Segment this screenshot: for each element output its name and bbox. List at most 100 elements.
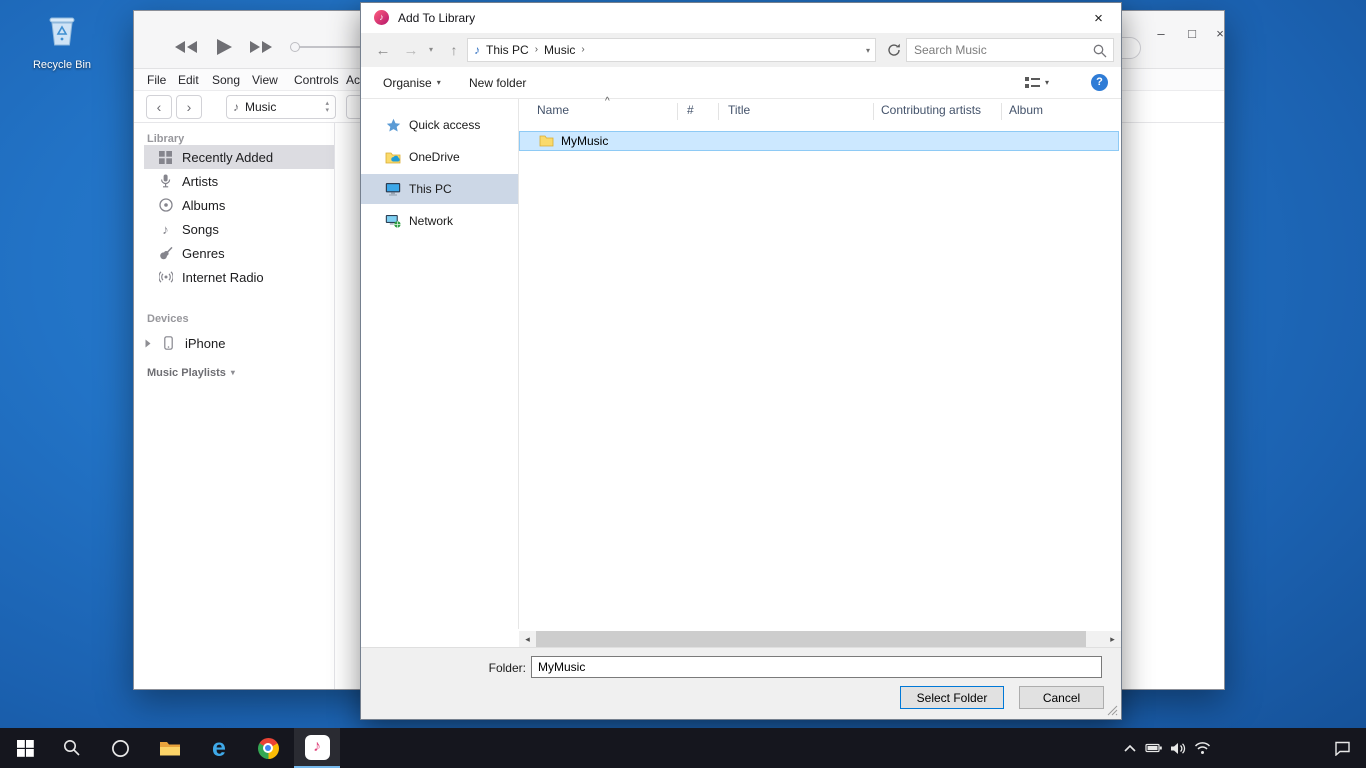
iphone-icon [161,336,176,350]
itunes-minimize-button[interactable]: – [1151,27,1171,40]
edge-browser-button[interactable]: e [196,728,242,768]
breadcrumb-separator-icon: › [581,45,584,55]
up-arrow-icon: ↑ [451,43,458,57]
battery-status[interactable] [1142,728,1166,768]
breadcrumb-music[interactable]: Music [544,43,575,57]
devices-heading: Devices [147,313,189,325]
back-button[interactable]: ← [371,33,395,67]
recent-locations-dropdown[interactable]: ▾ [424,33,438,67]
list-view-icon [1025,76,1040,89]
wifi-icon [1194,741,1211,755]
navpane-item-network[interactable]: Network [361,206,518,236]
sidebar-item-recently-added[interactable]: Recently Added [144,145,334,169]
scroll-left-button[interactable]: ◂ [519,631,536,648]
menu-controls[interactable]: Controls [294,73,339,87]
fast-forward-button[interactable] [249,40,273,54]
cortana-button[interactable] [97,728,143,768]
address-dropdown-icon[interactable]: ▾ [866,47,870,55]
dialog-body: Quick access OneDrive [361,99,1121,629]
search-icon[interactable] [1093,44,1107,58]
column-divider [677,103,678,120]
column-header-name[interactable]: Name [537,103,569,117]
sidebar-item-albums[interactable]: Albums [144,193,334,217]
menu-edit[interactable]: Edit [178,73,199,87]
rewind-button[interactable] [174,40,198,54]
taskbar-search-button[interactable] [49,728,95,768]
navpane-item-this-pc[interactable]: This PC [361,174,518,204]
music-playlists-heading[interactable]: Music Playlists ▾ [147,367,235,379]
scroll-left-icon: ◂ [525,635,530,644]
new-folder-button[interactable]: New folder [469,67,526,98]
refresh-button[interactable] [882,33,906,67]
new-folder-label: New folder [469,76,526,90]
select-folder-label: Select Folder [917,691,988,705]
forward-button[interactable]: → [399,33,423,67]
speaker-icon [1170,741,1187,756]
organise-label: Organise [383,76,432,90]
select-folder-button[interactable]: Select Folder [900,686,1004,709]
sidebar-item-iphone[interactable]: iPhone [144,331,334,355]
media-type-selector[interactable]: ♪ Music ▴ ▾ [226,95,336,119]
action-center-icon [1334,740,1351,756]
chevron-down-icon: ▾ [429,46,433,54]
menu-song[interactable]: Song [212,73,240,87]
resize-grip[interactable] [1107,705,1118,716]
sidebar-item-genres[interactable]: Genres [144,241,334,265]
action-center-button[interactable] [1330,728,1354,768]
folder-icon [539,135,554,147]
breadcrumb-separator-icon: › [535,45,538,55]
search-box[interactable] [906,38,1114,62]
start-button[interactable] [2,728,48,768]
itunes-maximize-button[interactable]: □ [1182,27,1202,40]
dialog-titlebar[interactable]: ♪ Add To Library × [361,3,1121,33]
cancel-button[interactable]: Cancel [1019,686,1104,709]
help-button[interactable]: ? [1091,74,1108,91]
menu-view[interactable]: View [252,73,278,87]
system-tray [1118,728,1366,768]
sidebar-item-label: Albums [182,198,225,213]
column-header-contributing-artists[interactable]: Contributing artists [881,103,981,117]
volume-slider[interactable] [294,46,360,48]
itunes-taskbar-button[interactable]: ♪ [294,728,340,768]
itunes-forward-button[interactable]: › [176,95,202,119]
navpane-item-quick-access[interactable]: Quick access [361,110,518,140]
volume-slider-knob[interactable] [290,42,300,52]
itunes-back-button[interactable]: ‹ [146,95,172,119]
chrome-button[interactable] [245,728,291,768]
battery-icon [1145,740,1163,756]
sidebar-item-songs[interactable]: ♪ Songs [144,217,334,241]
sidebar-item-internet-radio[interactable]: Internet Radio [144,265,334,289]
up-button[interactable]: ↑ [443,33,465,67]
itunes-close-button[interactable]: × [1210,27,1230,40]
column-header-number[interactable]: # [687,103,694,117]
volume-status[interactable] [1166,728,1190,768]
folder-name-input[interactable] [531,656,1102,678]
itunes-app-icon: ♪ [374,10,389,25]
tray-expand-button[interactable] [1118,728,1142,768]
network-status[interactable] [1190,728,1214,768]
change-view-button[interactable]: ▾ [1025,67,1049,98]
scroll-right-button[interactable]: ▸ [1104,631,1121,648]
play-button[interactable] [216,38,233,56]
column-header-title[interactable]: Title [728,103,750,117]
sidebar-item-artists[interactable]: Artists [144,169,334,193]
file-row-mymusic[interactable]: MyMusic [519,131,1119,151]
desktop: Recycle Bin – □ × File Edit Song View [0,0,1366,768]
breadcrumb-this-pc[interactable]: This PC [486,43,529,57]
navpane-item-onedrive[interactable]: OneDrive [361,142,518,172]
recycle-bin-label: Recycle Bin [26,59,98,71]
back-arrow-icon: ← [376,43,391,58]
column-header-album[interactable]: Album [1009,103,1043,117]
menu-file[interactable]: File [147,73,166,87]
search-icon [63,739,81,757]
horizontal-scrollbar[interactable]: ◂ ▸ [519,631,1121,648]
scrollbar-thumb[interactable] [536,631,1086,648]
address-bar[interactable]: ♪ This PC › Music › ▾ [467,38,876,62]
dialog-close-button[interactable]: × [1076,3,1121,33]
recycle-bin-shortcut[interactable]: Recycle Bin [26,6,98,71]
file-explorer-button[interactable] [147,728,193,768]
organise-menu-button[interactable]: Organise ▾ [383,67,441,98]
navpane-item-label: This PC [409,182,452,196]
search-input[interactable] [907,39,1091,61]
broadcast-icon [158,270,173,284]
